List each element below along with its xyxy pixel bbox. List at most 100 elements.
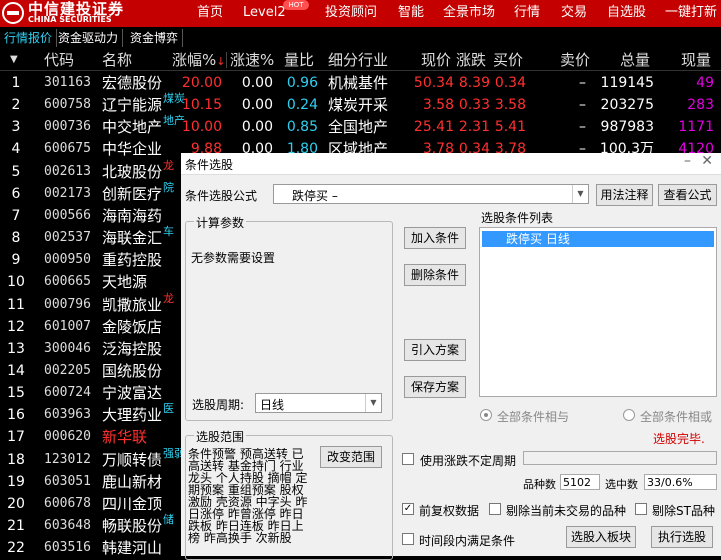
row-index-cell: 12 — [7, 318, 25, 335]
selected-box: 33/0.6% — [644, 474, 717, 490]
dialog-titlebar[interactable]: 条件选股 – ✕ — [181, 153, 721, 175]
save-plan-button[interactable]: 保存方案 — [404, 376, 466, 398]
usage-note-button[interactable]: 用法注释 — [596, 184, 653, 206]
load-plan-button[interactable]: 引入方案 — [404, 339, 466, 361]
quote-tab-row: 行情报价 资金驱动力 资金博弈 — [0, 28, 721, 48]
nav-market[interactable]: 全景市场 — [443, 0, 495, 27]
view-formula-button[interactable]: 查看公式 — [658, 184, 717, 206]
period-value: 日线 — [260, 398, 285, 412]
radio-or[interactable] — [623, 409, 635, 421]
sort-arrow-icon[interactable]: ▼ — [10, 49, 18, 71]
change-scope-button[interactable]: 改变范围 — [320, 446, 382, 468]
delete-condition-button[interactable]: 删除条件 — [404, 264, 466, 286]
col-volume[interactable]: 总量 — [620, 49, 650, 71]
name-cell: 万顺转债 — [102, 450, 163, 469]
code-cell: 600665 — [44, 274, 91, 290]
tab-quotes[interactable]: 行情报价 — [0, 29, 58, 47]
col-price[interactable]: 现价 — [421, 49, 451, 71]
nav-quotes[interactable]: 行情 — [514, 0, 540, 27]
name-cell: 泛海控股 — [102, 339, 163, 358]
code-cell: 600675 — [44, 141, 91, 157]
table-row[interactable]: 3 000736 中交地产 地产 10.00 0.00 0.85 全国地产 25.41 2.31 5… — [0, 114, 721, 138]
col-bid[interactable]: 买价 — [493, 49, 523, 71]
name-cell: 鹿山新材 — [102, 472, 163, 491]
row-index-cell: 10 — [7, 274, 25, 291]
status-text: 选股完毕. — [653, 432, 705, 446]
exclude-untraded-checkbox[interactable] — [489, 503, 501, 515]
col-cur-volume[interactable]: 现量 — [681, 49, 711, 71]
radio-and-label: 全部条件相与 — [497, 410, 570, 424]
vol-ratio-cell: 0.24 — [286, 97, 318, 114]
code-cell: 002613 — [44, 163, 91, 179]
formula-label: 条件选股公式 — [185, 189, 258, 203]
industry-cell: 全国地产 — [328, 118, 389, 137]
col-ask[interactable]: 卖价 — [560, 49, 590, 71]
exclude-untraded-label: 剔除当前未交易的品种 — [506, 504, 627, 518]
col-industry[interactable]: 细分行业 — [328, 49, 388, 71]
execute-pick-button[interactable]: 执行选股 — [651, 526, 713, 548]
col-name[interactable]: 名称 — [102, 49, 132, 71]
add-to-board-button[interactable]: 选股入板块 — [566, 526, 636, 548]
row-index-cell: 6 — [11, 185, 21, 202]
code-cell: 603648 — [44, 518, 91, 533]
price-cell: 3.58 — [422, 97, 454, 114]
code-cell: 600758 — [44, 97, 91, 113]
nav-trade[interactable]: 交易 — [561, 0, 587, 27]
name-cell: 中交地产 — [102, 118, 163, 137]
tab-fund-driver[interactable]: 资金驱动力 — [54, 29, 124, 47]
uncertain-period-checkbox[interactable] — [402, 453, 414, 465]
code-cell: 002173 — [44, 185, 91, 201]
minimize-icon[interactable]: – — [684, 153, 691, 169]
period-select[interactable]: 日线 ▼ — [255, 393, 382, 413]
nav-smart[interactable]: 智能 — [398, 0, 424, 27]
change-cell: 2.31 — [458, 119, 490, 136]
chevron-down-icon[interactable]: ▼ — [365, 394, 381, 412]
col-code[interactable]: 代码 — [44, 49, 74, 71]
time-range-checkbox[interactable] — [402, 533, 414, 545]
nav-level2[interactable]: Level2 — [243, 0, 286, 27]
broker-logo[interactable]: 中信建投证券 CHINA SECURITIES — [0, 0, 180, 27]
name-cell: 海南海药 — [102, 206, 163, 225]
row-index-cell: 18 — [7, 451, 25, 468]
table-row[interactable]: 2 600758 辽宁能源 煤炭 10.15 0.00 0.24 煤炭开采 3.58 0.33 3.… — [0, 92, 721, 116]
scope-title: 选股范围 — [194, 428, 247, 445]
add-condition-button[interactable]: 加入条件 — [404, 227, 466, 249]
nav-advisor[interactable]: 投资顾问 — [325, 0, 377, 27]
dialog-title: 条件选股 — [185, 158, 234, 172]
chevron-down-icon[interactable]: ▼ — [572, 185, 588, 203]
tab-fund-game[interactable]: 资金博弈 — [126, 29, 184, 47]
speed-cell: 0.00 — [241, 119, 273, 136]
col-pct[interactable]: 涨幅%↓ — [172, 49, 225, 71]
condition-list[interactable]: 跌停买 日线 — [479, 227, 717, 397]
bid-cell: 5.41 — [494, 119, 526, 136]
volume-cell: 203275 — [600, 97, 654, 114]
formula-select[interactable]: 跌停买 – ▼ — [273, 184, 589, 204]
name-cell: 北玻股份 — [102, 162, 163, 181]
nav-watchlist[interactable]: 自选股 — [607, 0, 646, 27]
volume-cell: 119145 — [600, 75, 654, 91]
close-icon[interactable]: ✕ — [701, 153, 713, 169]
radio-or-label: 全部条件相或 — [640, 410, 713, 424]
condition-list-item[interactable]: 跌停买 日线 — [482, 231, 714, 247]
col-speed[interactable]: 涨速% — [230, 49, 274, 71]
cur-volume-cell: 49 — [696, 75, 714, 91]
exclude-st-checkbox[interactable] — [635, 503, 647, 515]
condition-list-title: 选股条件列表 — [481, 211, 554, 225]
col-vol-ratio[interactable]: 量比 — [284, 49, 314, 71]
row-index-cell: 4 — [11, 141, 21, 158]
code-cell: 123012 — [44, 451, 91, 467]
nav-ipo[interactable]: 一键打新 — [665, 0, 717, 27]
table-row[interactable]: 1 301163 宏德股份 20.00 0.00 0.96 机械基件 50.34 8.39 0.3… — [0, 72, 721, 94]
fq-data-label: 前复权数据 — [419, 504, 480, 518]
count-label: 品种数 — [523, 478, 556, 491]
name-cell: 大理药业 — [102, 406, 163, 425]
cur-volume-cell: 1171 — [678, 119, 714, 136]
nav-home[interactable]: 首页 — [197, 0, 223, 27]
name-cell: 宁波富达 — [102, 384, 163, 403]
row-index-cell: 14 — [7, 362, 25, 379]
radio-and[interactable] — [480, 409, 492, 421]
col-change[interactable]: 涨跌 — [456, 49, 486, 71]
fq-data-checkbox[interactable]: ✓ — [402, 503, 414, 515]
code-cell: 600678 — [44, 495, 91, 511]
row-index-cell: 20 — [7, 495, 25, 512]
